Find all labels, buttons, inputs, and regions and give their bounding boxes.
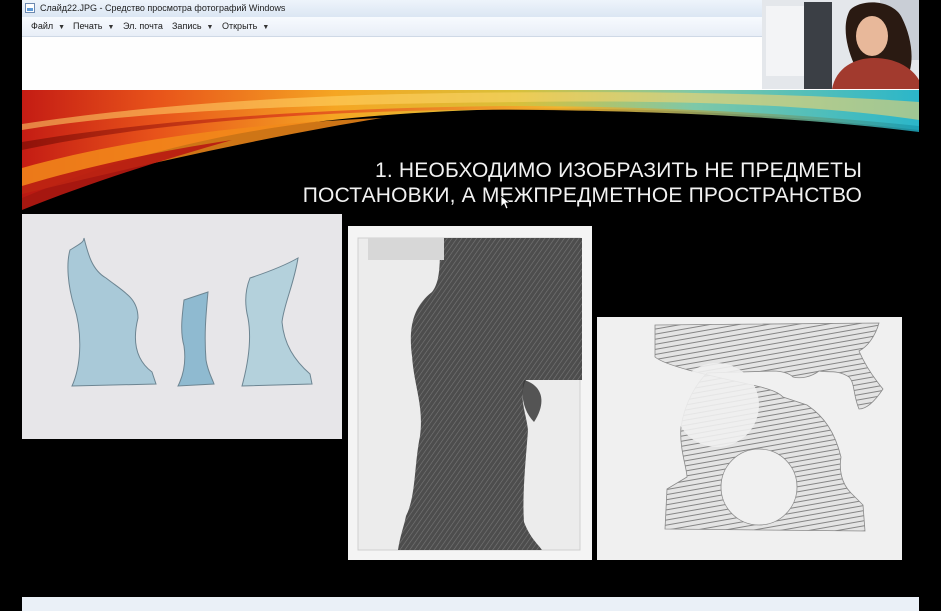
chevron-down-icon: ▼ [262, 24, 270, 31]
chevron-down-icon: ▼ [107, 24, 115, 31]
presenter-video-icon [762, 0, 919, 89]
mouse-cursor-icon [501, 196, 511, 210]
photo-viewer-icon [25, 3, 35, 13]
menu-file-label: Файл [31, 21, 54, 31]
presenter-webcam [762, 0, 919, 89]
blue-watercolor-drawing [22, 214, 342, 439]
menu-print[interactable]: Печать ▼ [73, 17, 114, 36]
window-title: Слайд22.JPG - Средство просмотра фотогра… [40, 3, 286, 13]
slide-title: 1. НЕОБХОДИМО ИЗОБРАЗИТЬ НЕ ПРЕДМЕТЫ ПОС… [302, 159, 862, 207]
slide-image: 1. НЕОБХОДИМО ИЗОБРАЗИТЬ НЕ ПРЕДМЕТЫ ПОС… [22, 90, 919, 588]
menu-open-label: Открыть [222, 21, 258, 31]
status-bar [22, 597, 919, 611]
photo-viewer-window: Слайд22.JPG - Средство просмотра фотогра… [22, 0, 919, 611]
menu-open[interactable]: Открыть ▼ [222, 17, 269, 36]
menu-file[interactable]: Файл ▼ [31, 17, 65, 36]
menu-burn-label: Запись [172, 21, 202, 31]
graphite-shape-illustration [357, 237, 582, 551]
blue-shapes-illustration [67, 237, 313, 387]
hatched-shape-illustration [597, 317, 902, 560]
menu-burn[interactable]: Запись ▼ [172, 17, 213, 36]
chevron-down-icon: ▼ [58, 24, 66, 31]
menu-email[interactable]: Эл. почта [123, 17, 163, 36]
chevron-down-icon: ▼ [206, 24, 214, 31]
menu-email-label: Эл. почта [123, 21, 163, 31]
menu-print-label: Печать [73, 21, 103, 31]
graphite-drawing [348, 226, 592, 560]
hatched-drawing [597, 317, 902, 560]
